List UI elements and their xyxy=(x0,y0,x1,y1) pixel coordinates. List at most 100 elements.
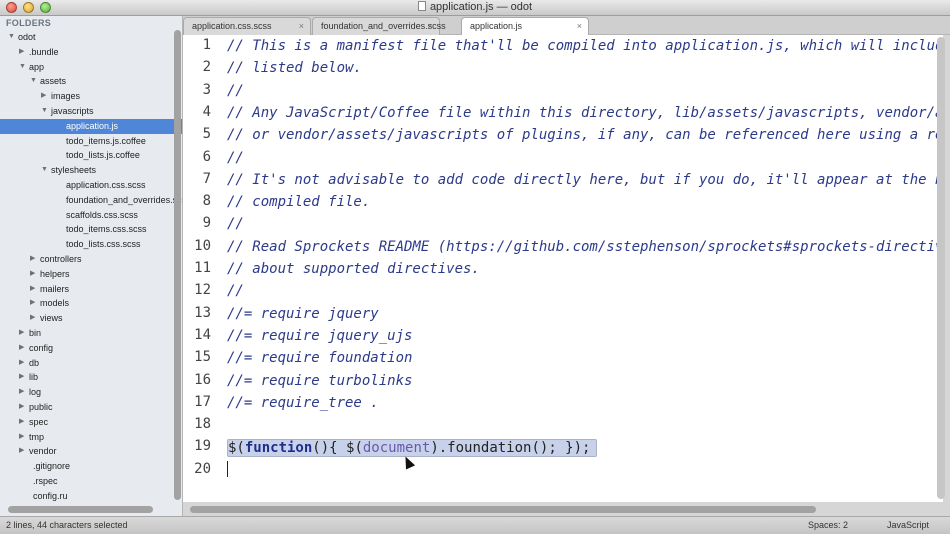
line-number: 8 xyxy=(202,193,211,210)
code-line[interactable]: // This is a manifest file that'll be co… xyxy=(227,35,943,57)
sidebar-item[interactable]: ▶ public xyxy=(0,400,182,415)
disclosure-closed-icon[interactable]: ▶ xyxy=(19,45,27,60)
sidebar-item[interactable]: ▶ controllers xyxy=(0,252,182,267)
sidebar-item[interactable]: ▶ views xyxy=(0,311,182,326)
sidebar-item[interactable]: ▶ log xyxy=(0,385,182,400)
line-number: 19 xyxy=(194,438,211,455)
code-line[interactable]: // xyxy=(227,280,244,302)
disclosure-closed-icon[interactable]: ▶ xyxy=(30,252,38,267)
tab-close-icon[interactable]: × xyxy=(428,18,433,35)
code-line-19[interactable]: $(function(){ $(document).foundation(); … xyxy=(227,437,598,459)
sidebar-item[interactable]: ▶ bin xyxy=(0,326,182,341)
document-icon xyxy=(417,1,426,11)
sidebar-item[interactable]: ▶ config xyxy=(0,341,182,356)
disclosure-closed-icon[interactable]: ▶ xyxy=(30,267,38,282)
sidebar-item[interactable]: ▼ assets xyxy=(0,74,182,89)
disclosure-open-icon[interactable]: ▼ xyxy=(8,30,16,45)
code-line[interactable]: //= require jquery_ujs xyxy=(227,325,412,347)
sidebar-item[interactable]: config.ru xyxy=(0,489,182,504)
sidebar-item[interactable]: ▶ mailers xyxy=(0,282,182,297)
code-line[interactable]: // or vendor/assets/javascripts of plugi… xyxy=(227,124,943,146)
sidebar-item[interactable]: ▶ vendor xyxy=(0,444,182,459)
sidebar-item[interactable]: scaffolds.css.scss xyxy=(0,208,182,223)
sidebar-item[interactable]: ▼ javascripts xyxy=(0,104,182,119)
disclosure-closed-icon[interactable]: ▶ xyxy=(30,296,38,311)
disclosure-open-icon[interactable]: ▼ xyxy=(19,60,27,75)
sidebar-item[interactable]: ▶ helpers xyxy=(0,267,182,282)
disclosure-closed-icon[interactable]: ▶ xyxy=(19,415,27,430)
sidebar-item[interactable]: ▼ app xyxy=(0,60,182,75)
sidebar-item[interactable]: ▶ lib xyxy=(0,370,182,385)
disclosure-open-icon[interactable]: ▼ xyxy=(41,163,49,178)
code-line[interactable]: // Read Sprockets README (https://github… xyxy=(227,236,943,258)
code-editor[interactable]: 1 2 3 4 5 6 7 8 9 10 11 12 13 14 15 16 17 18 19 20 // This … xyxy=(183,35,943,502)
sidebar-item[interactable]: ▶ images xyxy=(0,89,182,104)
tab-application-css-scss[interactable]: application.css.scss × xyxy=(183,17,311,35)
sidebar-item[interactable]: ▶ tmp xyxy=(0,430,182,445)
code-line[interactable]: // It's not advisable to add code direct… xyxy=(227,169,943,191)
sidebar-item-label: todo_lists.css.scss xyxy=(66,239,141,250)
sidebar-item[interactable]: .rspec xyxy=(0,474,182,489)
code-line[interactable]: // compiled file. xyxy=(227,191,370,213)
syntax-setting[interactable]: JavaScript xyxy=(887,517,929,533)
sidebar-item-label: odot xyxy=(18,32,36,42)
sidebar-item-label: public xyxy=(29,401,53,412)
disclosure-closed-icon[interactable]: ▶ xyxy=(19,400,27,415)
disclosure-closed-icon[interactable]: ▶ xyxy=(30,311,38,326)
sidebar-item[interactable]: .gitignore xyxy=(0,459,182,474)
editor-vertical-scrollbar[interactable] xyxy=(937,37,945,499)
code-line[interactable]: // xyxy=(227,147,244,169)
sidebar-item[interactable]: ▼ odot xyxy=(0,30,182,45)
disclosure-closed-icon[interactable]: ▶ xyxy=(19,356,27,371)
sidebar-item-label: javascripts xyxy=(51,105,94,116)
sidebar-item[interactable]: ▶ .bundle xyxy=(0,45,182,60)
title-bar: application.js — odot xyxy=(0,0,950,16)
sidebar-item[interactable]: application.css.scss xyxy=(0,178,182,193)
code-line[interactable]: // about supported directives. xyxy=(227,258,480,280)
code-line[interactable]: // xyxy=(227,80,244,102)
disclosure-closed-icon[interactable]: ▶ xyxy=(19,385,27,400)
disclosure-closed-icon[interactable]: ▶ xyxy=(19,370,27,385)
sidebar-item[interactable]: todo_items.css.scss xyxy=(0,222,182,237)
code-line[interactable]: //= require jquery xyxy=(227,303,379,325)
sidebar-item-label: foundation_and_overrides.scss xyxy=(66,194,183,205)
sidebar-item[interactable]: todo_items.js.coffee xyxy=(0,134,182,149)
code-line[interactable]: //= require_tree . xyxy=(227,392,379,414)
sidebar-item-label: images xyxy=(51,91,81,102)
tab-close-icon[interactable]: × xyxy=(299,18,304,35)
sidebar-item-label: lib xyxy=(29,372,39,383)
sidebar-item-label: models xyxy=(40,298,70,309)
tab-close-icon[interactable]: × xyxy=(577,18,582,35)
tab-application-js[interactable]: application.js × xyxy=(461,17,589,36)
sidebar-item[interactable]: application.js xyxy=(0,118,182,134)
disclosure-closed-icon[interactable]: ▶ xyxy=(19,430,27,445)
code-line[interactable]: // Any JavaScript/Coffee file within thi… xyxy=(227,102,943,124)
editor-horizontal-scrollbar[interactable] xyxy=(190,506,816,513)
sidebar-item[interactable]: ▶ db xyxy=(0,356,182,371)
line-number: 18 xyxy=(194,416,211,433)
code-keyword: function xyxy=(244,440,313,456)
disclosure-closed-icon[interactable]: ▶ xyxy=(19,341,27,356)
disclosure-open-icon[interactable]: ▼ xyxy=(30,74,38,89)
disclosure-closed-icon[interactable]: ▶ xyxy=(19,444,27,459)
sidebar-item[interactable]: foundation_and_overrides.scss xyxy=(0,193,182,208)
disclosure-closed-icon[interactable]: ▶ xyxy=(41,89,49,104)
code-line[interactable]: //= require turbolinks xyxy=(227,370,412,392)
sidebar-vertical-scrollbar[interactable] xyxy=(174,30,181,500)
sidebar-header: FOLDERS xyxy=(6,18,52,28)
indentation-setting[interactable]: Spaces: 2 xyxy=(808,517,848,533)
disclosure-closed-icon[interactable]: ▶ xyxy=(19,326,27,341)
code-line[interactable]: //= require foundation xyxy=(227,347,412,369)
sidebar-horizontal-scrollbar[interactable] xyxy=(8,506,153,513)
sidebar-item[interactable]: ▼ stylesheets xyxy=(0,163,182,178)
sidebar-item[interactable]: ▶ models xyxy=(0,296,182,311)
code-line[interactable]: // xyxy=(227,213,244,235)
sidebar-item[interactable]: ▶ spec xyxy=(0,415,182,430)
disclosure-closed-icon[interactable]: ▶ xyxy=(30,282,38,297)
sidebar-item[interactable]: todo_lists.css.scss xyxy=(0,237,182,252)
sidebar-item[interactable]: todo_lists.js.coffee xyxy=(0,148,182,163)
disclosure-open-icon[interactable]: ▼ xyxy=(41,104,49,119)
code-line[interactable]: // listed below. xyxy=(227,57,362,79)
tab-foundation-and-overrides[interactable]: foundation_and_overrides.scss × xyxy=(312,17,446,35)
line-number: 17 xyxy=(194,393,211,410)
